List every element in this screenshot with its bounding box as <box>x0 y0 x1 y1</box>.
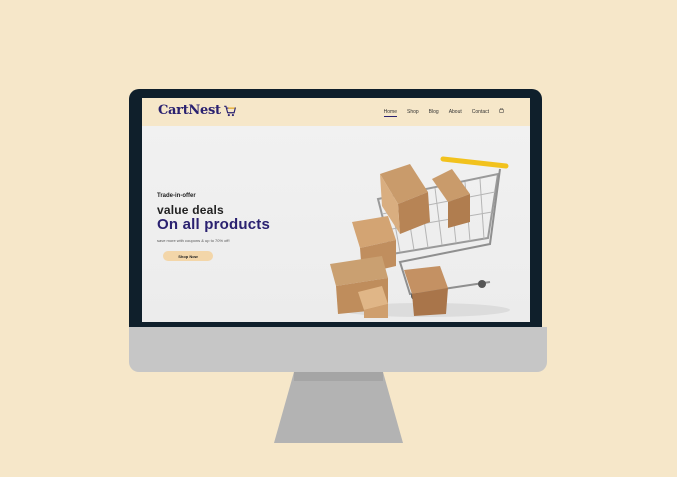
hero-subtext: save more with coupons & up to 70% off! <box>157 238 230 243</box>
shop-now-button[interactable]: Shop Now <box>163 251 213 261</box>
shopping-cart-image <box>330 156 510 318</box>
monitor-stand-neck <box>294 372 383 381</box>
nav-blog[interactable]: Blog <box>429 109 439 115</box>
brand-name: CartNest <box>158 103 221 118</box>
cart-logo-icon <box>223 105 236 116</box>
hero-headline-2: On all products <box>157 216 271 233</box>
monitor-screen: CartNest Home Shop Blog About Contact Tr… <box>142 98 530 322</box>
hero-headline-1: value deals <box>157 203 224 217</box>
main-nav: Home Shop Blog About Contact <box>383 108 504 117</box>
monitor-stand <box>274 372 403 443</box>
monitor-chin <box>129 327 547 372</box>
hero-kicker: Trade-in-offer <box>157 193 196 199</box>
cart-icon[interactable] <box>499 108 504 113</box>
nav-about[interactable]: About <box>449 109 462 115</box>
nav-home[interactable]: Home <box>383 109 398 117</box>
nav-shop[interactable]: Shop <box>407 109 419 115</box>
site-header: CartNest Home Shop Blog About Contact <box>142 98 530 126</box>
nav-contact[interactable]: Contact <box>472 109 489 115</box>
brand-logo[interactable]: CartNest <box>158 103 237 118</box>
